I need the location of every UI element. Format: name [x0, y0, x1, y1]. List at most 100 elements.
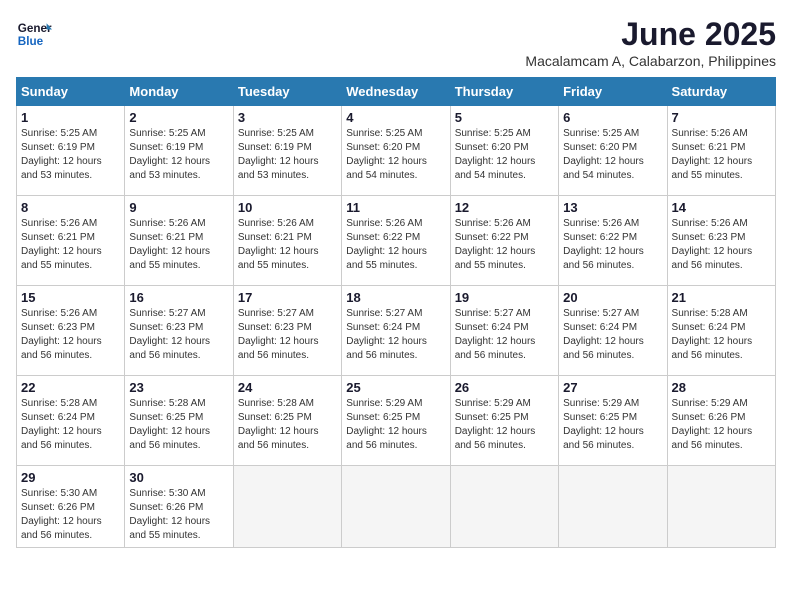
day-info: Sunrise: 5:27 AMSunset: 6:24 PMDaylight:…	[346, 307, 445, 363]
day-number: 6	[563, 110, 662, 125]
calendar-cell: 18 Sunrise: 5:27 AMSunset: 6:24 PMDayligh…	[342, 286, 450, 376]
day-info: Sunrise: 5:27 AMSunset: 6:24 PMDaylight:…	[563, 307, 662, 363]
calendar-cell: 14 Sunrise: 5:26 AMSunset: 6:23 PMDayligh…	[667, 196, 775, 286]
day-info: Sunrise: 5:26 AMSunset: 6:21 PMDaylight:…	[129, 217, 228, 273]
weekday-header: Thursday	[450, 78, 558, 106]
day-info: Sunrise: 5:29 AMSunset: 6:25 PMDaylight:…	[563, 397, 662, 453]
day-number: 21	[672, 290, 771, 305]
calendar-cell: 22 Sunrise: 5:28 AMSunset: 6:24 PMDayligh…	[17, 376, 125, 466]
day-info: Sunrise: 5:29 AMSunset: 6:25 PMDaylight:…	[455, 397, 554, 453]
weekday-header: Monday	[125, 78, 233, 106]
day-number: 23	[129, 380, 228, 395]
day-number: 19	[455, 290, 554, 305]
day-info: Sunrise: 5:27 AMSunset: 6:23 PMDaylight:…	[238, 307, 337, 363]
day-info: Sunrise: 5:27 AMSunset: 6:24 PMDaylight:…	[455, 307, 554, 363]
day-info: Sunrise: 5:28 AMSunset: 6:25 PMDaylight:…	[129, 397, 228, 453]
calendar-cell: 7 Sunrise: 5:26 AMSunset: 6:21 PMDaylight…	[667, 106, 775, 196]
day-number: 18	[346, 290, 445, 305]
day-number: 25	[346, 380, 445, 395]
day-number: 5	[455, 110, 554, 125]
day-number: 8	[21, 200, 120, 215]
calendar-cell: 2 Sunrise: 5:25 AMSunset: 6:19 PMDaylight…	[125, 106, 233, 196]
calendar-cell: 19 Sunrise: 5:27 AMSunset: 6:24 PMDayligh…	[450, 286, 558, 376]
logo: General Blue	[16, 16, 52, 52]
calendar-cell: 12 Sunrise: 5:26 AMSunset: 6:22 PMDayligh…	[450, 196, 558, 286]
weekday-header: Sunday	[17, 78, 125, 106]
calendar-week-row: 1 Sunrise: 5:25 AMSunset: 6:19 PMDaylight…	[17, 106, 776, 196]
day-info: Sunrise: 5:25 AMSunset: 6:20 PMDaylight:…	[346, 127, 445, 183]
svg-text:Blue: Blue	[18, 35, 44, 48]
calendar-header: SundayMondayTuesdayWednesdayThursdayFrid…	[17, 78, 776, 106]
calendar-cell: 30 Sunrise: 5:30 AMSunset: 6:26 PMDayligh…	[125, 466, 233, 548]
day-info: Sunrise: 5:29 AMSunset: 6:26 PMDaylight:…	[672, 397, 771, 453]
day-number: 24	[238, 380, 337, 395]
calendar-cell: 9 Sunrise: 5:26 AMSunset: 6:21 PMDaylight…	[125, 196, 233, 286]
calendar-cell: 5 Sunrise: 5:25 AMSunset: 6:20 PMDaylight…	[450, 106, 558, 196]
day-number: 22	[21, 380, 120, 395]
calendar-cell	[342, 466, 450, 548]
day-info: Sunrise: 5:26 AMSunset: 6:23 PMDaylight:…	[672, 217, 771, 273]
day-info: Sunrise: 5:30 AMSunset: 6:26 PMDaylight:…	[129, 487, 228, 543]
calendar-cell	[450, 466, 558, 548]
day-number: 28	[672, 380, 771, 395]
day-number: 29	[21, 470, 120, 485]
day-info: Sunrise: 5:28 AMSunset: 6:24 PMDaylight:…	[21, 397, 120, 453]
calendar-cell: 24Sunrise: 5:28 AMSunset: 6:25 PMDayligh…	[233, 376, 341, 466]
day-number: 16	[129, 290, 228, 305]
day-info: Sunrise: 5:26 AMSunset: 6:21 PMDaylight:…	[21, 217, 120, 273]
day-number: 9	[129, 200, 228, 215]
day-info: Sunrise: 5:26 AMSunset: 6:22 PMDaylight:…	[455, 217, 554, 273]
calendar-cell	[667, 466, 775, 548]
day-number: 2	[129, 110, 228, 125]
calendar-cell: 29Sunrise: 5:30 AMSunset: 6:26 PMDayligh…	[17, 466, 125, 548]
weekday-header: Friday	[559, 78, 667, 106]
day-info: Sunrise: 5:26 AMSunset: 6:21 PMDaylight:…	[672, 127, 771, 183]
calendar-week-row: 8 Sunrise: 5:26 AMSunset: 6:21 PMDaylight…	[17, 196, 776, 286]
day-info: Sunrise: 5:25 AMSunset: 6:19 PMDaylight:…	[21, 127, 120, 183]
header: General Blue June 2025 Macalamcam A, Cal…	[16, 16, 776, 69]
day-number: 3	[238, 110, 337, 125]
day-number: 10	[238, 200, 337, 215]
calendar-cell: 4 Sunrise: 5:25 AMSunset: 6:20 PMDaylight…	[342, 106, 450, 196]
calendar-cell: 8 Sunrise: 5:26 AMSunset: 6:21 PMDaylight…	[17, 196, 125, 286]
calendar-cell: 26 Sunrise: 5:29 AMSunset: 6:25 PMDayligh…	[450, 376, 558, 466]
calendar-cell: 21 Sunrise: 5:28 AMSunset: 6:24 PMDayligh…	[667, 286, 775, 376]
calendar-cell: 13 Sunrise: 5:26 AMSunset: 6:22 PMDayligh…	[559, 196, 667, 286]
calendar-cell: 11 Sunrise: 5:26 AMSunset: 6:22 PMDayligh…	[342, 196, 450, 286]
weekday-header: Wednesday	[342, 78, 450, 106]
day-info: Sunrise: 5:25 AMSunset: 6:20 PMDaylight:…	[563, 127, 662, 183]
day-info: Sunrise: 5:25 AMSunset: 6:19 PMDaylight:…	[238, 127, 337, 183]
day-info: Sunrise: 5:26 AMSunset: 6:22 PMDaylight:…	[563, 217, 662, 273]
day-number: 4	[346, 110, 445, 125]
day-number: 11	[346, 200, 445, 215]
day-number: 1	[21, 110, 120, 125]
day-number: 27	[563, 380, 662, 395]
day-info: Sunrise: 5:28 AMSunset: 6:24 PMDaylight:…	[672, 307, 771, 363]
calendar-table: SundayMondayTuesdayWednesdayThursdayFrid…	[16, 77, 776, 548]
calendar-cell	[233, 466, 341, 548]
title-area: June 2025 Macalamcam A, Calabarzon, Phil…	[525, 16, 776, 69]
day-number: 17	[238, 290, 337, 305]
calendar-cell: 16Sunrise: 5:27 AMSunset: 6:23 PMDayligh…	[125, 286, 233, 376]
calendar-cell: 15Sunrise: 5:26 AMSunset: 6:23 PMDayligh…	[17, 286, 125, 376]
calendar-cell: 23 Sunrise: 5:28 AMSunset: 6:25 PMDayligh…	[125, 376, 233, 466]
day-number: 12	[455, 200, 554, 215]
calendar-cell: 27 Sunrise: 5:29 AMSunset: 6:25 PMDayligh…	[559, 376, 667, 466]
day-number: 30	[129, 470, 228, 485]
day-info: Sunrise: 5:25 AMSunset: 6:20 PMDaylight:…	[455, 127, 554, 183]
day-info: Sunrise: 5:26 AMSunset: 6:23 PMDaylight:…	[21, 307, 120, 363]
day-number: 26	[455, 380, 554, 395]
day-number: 7	[672, 110, 771, 125]
day-number: 14	[672, 200, 771, 215]
calendar-title: June 2025	[525, 16, 776, 53]
day-info: Sunrise: 5:25 AMSunset: 6:19 PMDaylight:…	[129, 127, 228, 183]
calendar-cell: 3 Sunrise: 5:25 AMSunset: 6:19 PMDaylight…	[233, 106, 341, 196]
calendar-week-row: 15Sunrise: 5:26 AMSunset: 6:23 PMDayligh…	[17, 286, 776, 376]
calendar-week-row: 22 Sunrise: 5:28 AMSunset: 6:24 PMDayligh…	[17, 376, 776, 466]
day-info: Sunrise: 5:26 AMSunset: 6:22 PMDaylight:…	[346, 217, 445, 273]
calendar-cell: 1 Sunrise: 5:25 AMSunset: 6:19 PMDaylight…	[17, 106, 125, 196]
day-number: 13	[563, 200, 662, 215]
calendar-body: 1 Sunrise: 5:25 AMSunset: 6:19 PMDaylight…	[17, 106, 776, 548]
calendar-cell	[559, 466, 667, 548]
calendar-cell: 6 Sunrise: 5:25 AMSunset: 6:20 PMDaylight…	[559, 106, 667, 196]
